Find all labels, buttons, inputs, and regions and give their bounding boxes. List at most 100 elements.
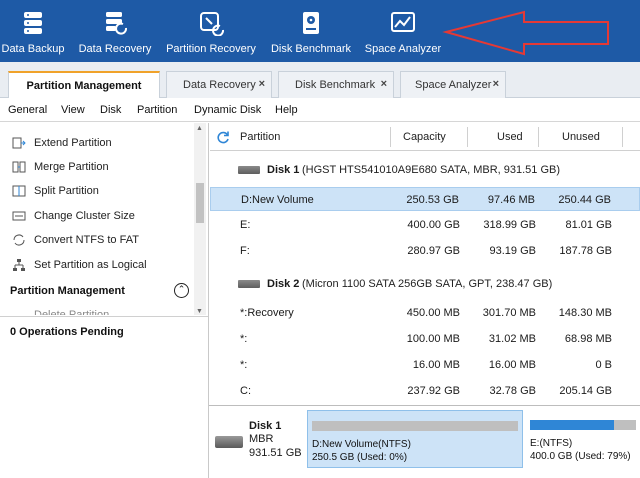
usage-bar <box>530 420 636 430</box>
partition-name: *:Recovery <box>240 307 294 319</box>
disk-map-disk[interactable]: Disk 1 MBR 931.51 GB <box>209 406 305 478</box>
tab-label: Disk Benchmark <box>295 79 376 91</box>
column-capacity[interactable]: Capacity <box>403 131 446 143</box>
partition-unused: 250.44 GB <box>558 194 611 206</box>
menu-help[interactable]: Help <box>275 104 298 116</box>
hard-disk-icon <box>215 436 243 448</box>
menu-disk[interactable]: Disk <box>100 104 121 116</box>
chevron-up-icon[interactable]: ⌃ <box>174 283 189 298</box>
merge-partition-icon <box>12 161 26 173</box>
disk-map-partition[interactable]: E:(NTFS) 400.0 GB (Used: 79%) <box>526 410 640 468</box>
toolbar-label: Disk Benchmark <box>270 43 352 55</box>
partition-row[interactable]: *:Recovery 450.00 MB 301.70 MB 148.30 MB <box>210 301 640 325</box>
partition-capacity: 100.00 MB <box>406 333 460 345</box>
menu-bar: General View Disk Partition Dynamic Disk… <box>0 98 640 122</box>
disk-map-type: MBR <box>249 433 274 445</box>
hard-disk-icon <box>238 280 260 288</box>
disk-row[interactable]: Disk 1 (HGST HTS541010A9E680 SATA, MBR, … <box>210 157 640 183</box>
toolbar-label: Data Recovery <box>78 43 152 55</box>
partition-capacity: 400.00 GB <box>407 219 460 231</box>
op-label: Extend Partition <box>34 137 112 149</box>
main-toolbar: Data Backup Data Recovery Partition Reco… <box>0 0 640 62</box>
tab-partition-management[interactable]: Partition Management <box>8 71 160 99</box>
disk-map-partition[interactable]: D:New Volume(NTFS) 250.5 GB (Used: 0%) <box>307 410 523 468</box>
tab-data-recovery[interactable]: Data Recovery × <box>166 71 272 98</box>
close-icon[interactable]: × <box>493 78 499 90</box>
partition-usage: 250.5 GB (Used: 0%) <box>312 452 408 463</box>
disk-name: Disk 2 <box>267 278 300 290</box>
partition-capacity: 16.00 MB <box>412 359 460 371</box>
partition-unused: 68.98 MB <box>564 333 612 345</box>
split-partition-icon <box>12 185 26 197</box>
column-used[interactable]: Used <box>497 131 523 143</box>
partition-label: E:(NTFS) <box>530 438 573 449</box>
data-recovery-icon <box>106 12 128 35</box>
partition-recovery-icon <box>200 12 224 36</box>
partition-row[interactable]: *: 100.00 MB 31.02 MB 68.98 MB <box>210 327 640 351</box>
partition-row[interactable]: D:New Volume 250.53 GB 97.46 MB 250.44 G… <box>210 187 640 211</box>
tab-label: Space Analyzer <box>415 79 492 91</box>
partition-unused: 0 B <box>595 359 612 371</box>
tab-space-analyzer[interactable]: Space Analyzer × <box>400 71 506 98</box>
menu-view[interactable]: View <box>61 104 85 116</box>
op-label: Merge Partition <box>34 161 109 173</box>
partition-row[interactable]: *: 16.00 MB 16.00 MB 0 B <box>210 353 640 377</box>
tab-label: Data Recovery <box>183 79 256 91</box>
partition-recovery-button[interactable]: Partition Recovery <box>166 0 256 62</box>
cluster-size-icon <box>12 211 26 221</box>
menu-dynamic-disk[interactable]: Dynamic Disk <box>194 104 261 116</box>
close-icon[interactable]: × <box>259 78 265 90</box>
partition-label: D:New Volume(NTFS) <box>312 439 411 450</box>
partition-row[interactable]: C: 237.92 GB 32.78 GB 205.14 GB <box>210 379 640 403</box>
delete-partition-item[interactable]: Delete Partition <box>34 309 109 315</box>
partition-capacity: 250.53 GB <box>406 194 459 206</box>
scroll-up-icon[interactable]: ▲ <box>196 125 203 132</box>
tab-disk-benchmark[interactable]: Disk Benchmark × <box>278 71 394 98</box>
partition-table: Partition Capacity Used Unused Disk 1 (H… <box>210 123 640 405</box>
pending-operations: 0 Operations Pending <box>10 326 124 338</box>
menu-general[interactable]: General <box>8 104 47 116</box>
refresh-icon[interactable] <box>216 130 230 144</box>
disk-benchmark-button[interactable]: Disk Benchmark <box>270 0 352 62</box>
partition-name: C: <box>240 385 251 397</box>
disk-map-size: 931.51 GB <box>249 447 302 459</box>
op-label: Change Cluster Size <box>34 210 135 222</box>
column-partition[interactable]: Partition <box>240 131 280 143</box>
partition-used: 31.02 MB <box>488 333 536 345</box>
data-backup-button[interactable]: Data Backup <box>0 0 66 62</box>
disk-map-name: Disk 1 <box>249 420 282 432</box>
partition-unused: 187.78 GB <box>559 245 612 257</box>
left-scrollbar[interactable]: ▲ ▼ <box>194 123 206 315</box>
column-separator <box>390 127 391 147</box>
partition-used: 32.78 GB <box>489 385 536 397</box>
usage-bar <box>312 421 518 431</box>
scroll-thumb[interactable] <box>196 183 204 223</box>
disk-row[interactable]: Disk 2 (Micron 1100 SATA 256GB SATA, GPT… <box>210 271 640 297</box>
section-title: Partition Management <box>10 285 125 297</box>
space-analyzer-button[interactable]: Space Analyzer <box>364 0 442 62</box>
toolbar-label: Data Backup <box>1 43 65 55</box>
space-analyzer-icon <box>391 12 415 32</box>
close-icon[interactable]: × <box>381 78 387 90</box>
partition-row[interactable]: F: 280.97 GB 93.19 GB 187.78 GB <box>210 239 640 263</box>
partition-unused: 81.01 GB <box>565 219 612 231</box>
data-recovery-button[interactable]: Data Recovery <box>78 0 152 62</box>
convert-icon <box>13 234 25 246</box>
partition-name: *: <box>240 333 248 345</box>
partition-capacity: 237.92 GB <box>407 385 460 397</box>
table-header: Partition Capacity Used Unused <box>210 123 640 151</box>
op-label: Set Partition as Logical <box>34 259 147 271</box>
partition-name: E: <box>240 219 251 231</box>
menu-partition[interactable]: Partition <box>137 104 177 116</box>
partition-used: 16.00 MB <box>488 359 536 371</box>
usage-fill <box>530 420 614 430</box>
column-unused[interactable]: Unused <box>562 131 600 143</box>
partition-used: 97.46 MB <box>487 194 535 206</box>
partition-row[interactable]: E: 400.00 GB 318.99 GB 81.01 GB <box>210 213 640 237</box>
disk-name: Disk 1 <box>267 164 300 176</box>
column-separator <box>538 127 539 147</box>
scroll-down-icon[interactable]: ▼ <box>196 308 203 315</box>
hard-disk-icon <box>238 166 260 174</box>
partition-unused: 148.30 MB <box>558 307 612 319</box>
toolbar-label: Space Analyzer <box>364 43 442 55</box>
